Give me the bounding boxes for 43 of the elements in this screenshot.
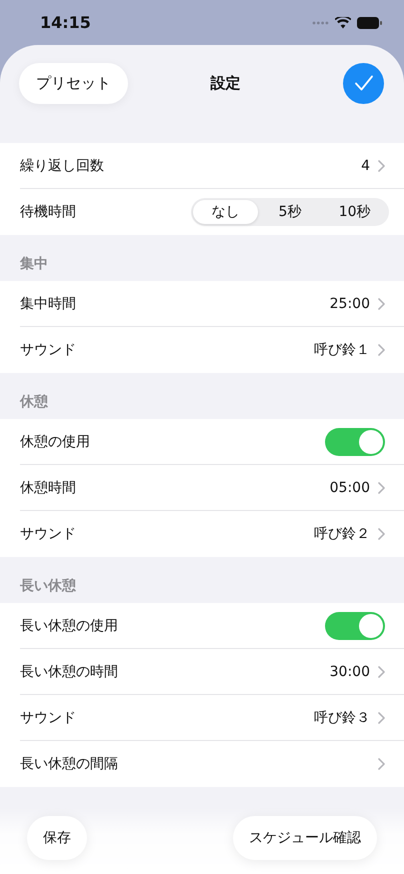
segment-option[interactable]: なし xyxy=(193,200,258,224)
battery-icon xyxy=(357,16,382,28)
row-value: 呼び鈴２ xyxy=(314,525,370,543)
row-value: 呼び鈴３ xyxy=(314,708,370,726)
row-label: 長い休憩の使用 xyxy=(20,616,118,634)
row-value: 25:00 xyxy=(330,296,370,312)
wifi-icon xyxy=(335,16,351,28)
row-label: 繰り返し回数 xyxy=(20,156,104,174)
row-value: 05:00 xyxy=(330,480,370,496)
row-label: サウンド xyxy=(20,525,76,543)
chevron-icon xyxy=(378,482,385,494)
checkmark-icon xyxy=(354,75,374,91)
row-label: 休憩の使用 xyxy=(20,432,90,450)
chevron-icon xyxy=(378,344,385,356)
segment-option[interactable]: 5秒 xyxy=(258,200,322,224)
chevron-icon xyxy=(378,528,385,540)
row-value: 4 xyxy=(361,158,370,174)
screen-title: 設定 xyxy=(210,74,240,92)
row-label: サウンド xyxy=(20,341,76,359)
chevron-icon xyxy=(378,666,385,678)
row-label: 待機時間 xyxy=(20,203,76,221)
row-value: 呼び鈴１ xyxy=(314,341,370,359)
row-label: 長い休憩の時間 xyxy=(20,662,118,680)
section-header: 休憩 xyxy=(20,393,48,411)
signal-icon xyxy=(312,20,329,24)
status-time: 14:15 xyxy=(40,13,91,32)
segment-option[interactable]: 10秒 xyxy=(322,200,388,224)
section-header: 集中 xyxy=(20,255,48,273)
toggle-switch[interactable] xyxy=(325,612,385,640)
toggle-switch[interactable] xyxy=(325,428,385,456)
row-value: 30:00 xyxy=(330,664,370,680)
preset-button[interactable]: プリセット xyxy=(19,62,128,104)
chevron-icon xyxy=(378,758,385,770)
row-label: 休憩時間 xyxy=(20,478,76,496)
schedule-button[interactable]: スケジュール確認 xyxy=(233,816,377,860)
confirm-button[interactable] xyxy=(343,62,384,104)
section-header: 長い休憩 xyxy=(20,577,76,595)
chevron-icon xyxy=(378,712,385,724)
row-label: サウンド xyxy=(20,708,76,726)
row-label: 集中時間 xyxy=(20,294,76,312)
chevron-icon xyxy=(378,298,385,310)
chevron-icon xyxy=(378,160,385,172)
row-label: 長い休憩の間隔 xyxy=(20,755,118,773)
